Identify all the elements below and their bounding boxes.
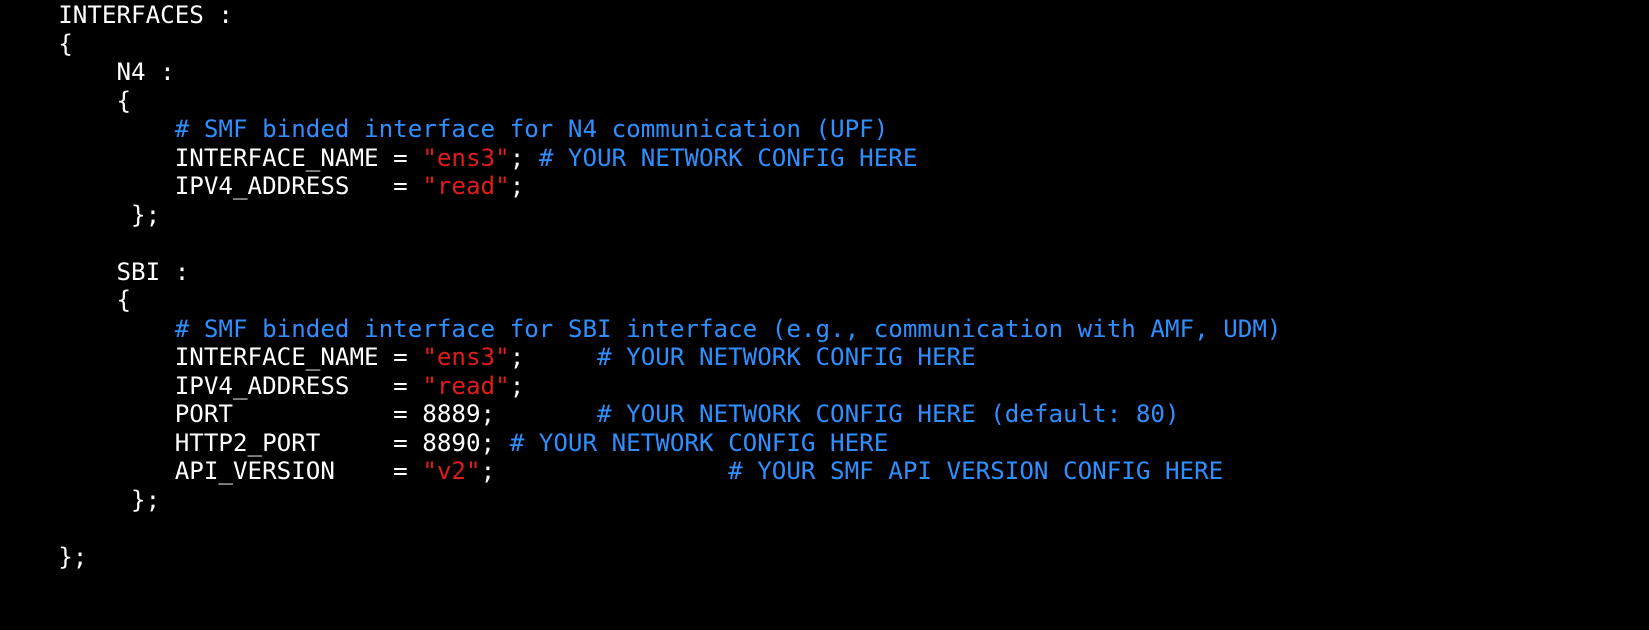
- code-text: ;: [509, 371, 525, 400]
- code-line: };: [0, 542, 87, 572]
- code-text: ;: [509, 143, 539, 172]
- code-comment: # YOUR NETWORK CONFIG HERE: [509, 428, 889, 457]
- code-string: "v2": [422, 457, 481, 485]
- code-text: {: [0, 286, 132, 314]
- code-text: INTERFACES :: [0, 1, 233, 29]
- code-text: ;: [480, 457, 729, 485]
- code-text: API_VERSION =: [0, 457, 423, 485]
- code-line: {: [0, 29, 73, 59]
- code-string: "ens3": [422, 143, 510, 172]
- code-line: N4 :: [0, 57, 175, 87]
- code-line: INTERFACE_NAME = "ens3"; # YOUR NETWORK …: [0, 342, 976, 372]
- code-line: # SMF binded interface for N4 communicat…: [0, 114, 889, 144]
- code-text: ;: [509, 172, 525, 200]
- code-line: };: [0, 485, 160, 515]
- code-line: API_VERSION = "v2"; # YOUR SMF API VERSI…: [0, 456, 1224, 486]
- code-line: {: [0, 285, 131, 315]
- code-line: HTTP2_PORT = 8890; # YOUR NETWORK CONFIG…: [0, 428, 889, 458]
- code-text: ;: [509, 343, 598, 371]
- code-string: "read": [422, 172, 510, 200]
- code-text: {: [0, 29, 73, 58]
- code-line: PORT = 8889; # YOUR NETWORK CONFIG HERE …: [0, 399, 1180, 429]
- code-line: INTERFACES :: [0, 0, 233, 30]
- code-comment: # SMF binded interface for SBI interface…: [174, 314, 1282, 343]
- code-text: SBI :: [0, 257, 190, 286]
- code-text: };: [0, 200, 161, 229]
- code-line: INTERFACE_NAME = "ens3"; # YOUR NETWORK …: [0, 143, 918, 173]
- code-string: "ens3": [422, 343, 510, 371]
- code-comment: # YOUR NETWORK CONFIG HERE (default: 80): [597, 400, 1180, 428]
- code-line: SBI :: [0, 257, 189, 287]
- code-comment: # SMF binded interface for N4 communicat…: [174, 115, 889, 143]
- code-text: N4 :: [0, 58, 175, 86]
- code-text: {: [0, 86, 132, 115]
- code-line: IPV4_ADDRESS = "read";: [0, 171, 525, 201]
- code-line: IPV4_ADDRESS = "read";: [0, 371, 525, 401]
- code-text: INTERFACE_NAME =: [0, 343, 423, 371]
- code-text: PORT = 8889;: [0, 400, 598, 428]
- code-line: };: [0, 200, 160, 230]
- code-comment: # YOUR NETWORK CONFIG HERE: [597, 343, 976, 371]
- code-comment: # YOUR SMF API VERSION CONFIG HERE: [728, 457, 1224, 485]
- code-string: "read": [422, 371, 510, 400]
- code-text: INTERFACE_NAME =: [0, 143, 423, 172]
- terminal-window[interactable]: INTERFACES : { N4 : { # SMF binded inter…: [0, 0, 1649, 630]
- code-text: };: [0, 542, 88, 571]
- code-text: IPV4_ADDRESS =: [0, 172, 423, 200]
- code-text: HTTP2_PORT = 8890;: [0, 428, 510, 457]
- code-text: };: [0, 485, 161, 514]
- code-line: {: [0, 86, 131, 116]
- code-text: IPV4_ADDRESS =: [0, 371, 423, 400]
- code-line: # SMF binded interface for SBI interface…: [0, 314, 1282, 344]
- code-comment: # YOUR NETWORK CONFIG HERE: [538, 143, 918, 172]
